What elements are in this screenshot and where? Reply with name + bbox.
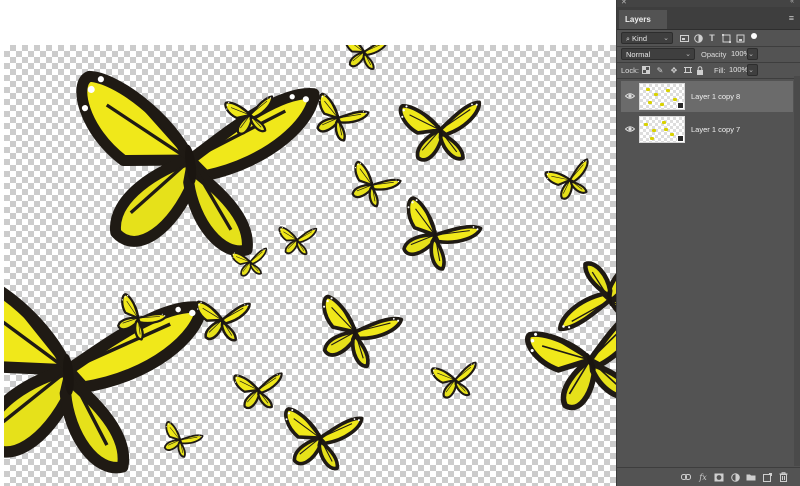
filter-toggle-icon[interactable] [749,31,759,41]
filter-kind-dropdown[interactable]: ⌕ Kind ⌄ [621,32,673,44]
blend-mode-dropdown[interactable]: Normal ⌄ [621,48,695,60]
opacity-label: Opacity: [701,50,729,59]
layer-row[interactable]: Layer 1 copy 8 [621,81,793,112]
tab-layers[interactable]: Layers [619,10,667,29]
panel-title-bar: ✕ « [617,0,800,7]
fill-value: 100% [729,65,749,74]
butterfly [394,195,486,277]
adjustment-icon[interactable] [730,472,740,482]
eye-icon[interactable] [625,124,635,134]
butterfly [232,362,291,416]
lock-label: Lock: [621,66,639,75]
chevron-down-icon: ⌄ [663,35,669,42]
filter-shape-icon[interactable] [721,33,731,43]
filter-pixel-icon[interactable] [679,33,689,43]
lock-artboard-icon[interactable] [683,65,693,75]
fill-label: Fill: [714,66,726,75]
layers-panel: ✕ « Layers ≡ ⌕ Kind ⌄ T Normal ⌄ Opacity… [616,0,800,486]
butterfly [194,291,257,347]
panel-menu-icon[interactable]: ≡ [789,13,794,23]
search-icon: ⌕ [626,36,630,43]
trash-icon[interactable] [778,472,788,482]
lock-row: Lock: ✎ ✥ Fill: 100% ⌄ [617,63,800,77]
smart-object-badge-icon [677,102,684,109]
lock-all-icon[interactable] [695,65,705,75]
collapse-panel-icon[interactable]: « [790,0,794,5]
link-icon[interactable] [681,472,691,482]
layer-thumbnail [639,116,685,143]
chevron-down-icon: ⌄ [748,51,754,58]
chevron-down-icon: ⌄ [685,51,691,58]
layer-name[interactable]: Layer 1 copy 8 [691,92,740,101]
butterfly [429,352,487,405]
butterfly [343,45,391,73]
chevron-down-icon: ⌄ [748,67,754,74]
document-canvas[interactable] [4,45,616,486]
layer-row[interactable]: Layer 1 copy 7 [621,114,793,145]
divider [617,78,800,79]
layer-name[interactable]: Layer 1 copy 7 [691,125,740,134]
filter-smart-object-icon[interactable] [735,33,745,43]
fill-slider-toggle[interactable]: ⌄ [747,64,758,76]
butterfly [311,92,372,146]
fx-icon[interactable]: fx [698,472,708,482]
filter-kind-label: Kind [632,34,648,43]
canvas-area[interactable] [0,0,616,486]
filter-row: ⌕ Kind ⌄ T [617,30,800,46]
folder-icon[interactable] [746,472,756,482]
butterfly-artwork [4,45,616,486]
blend-row: Normal ⌄ Opacity: 100% ⌄ [617,47,800,61]
butterfly [346,160,404,212]
butterfly [316,294,405,371]
close-panel-icon[interactable]: ✕ [621,0,627,6]
lock-transparent-pixels-icon[interactable] [641,65,651,75]
layers-footer-toolbar: fx [617,467,800,486]
butterfly [282,400,368,475]
layer-thumbnail [639,83,685,110]
butterfly [160,420,205,461]
lock-position-icon[interactable]: ✥ [669,65,679,75]
smart-object-badge-icon [677,135,684,142]
new-layer-icon[interactable] [762,472,772,482]
lock-image-pixels-icon[interactable]: ✎ [655,65,665,75]
filter-adjustment-icon[interactable] [693,33,703,43]
opacity-slider-toggle[interactable]: ⌄ [747,48,758,60]
panel-tab-bar: Layers ≡ [617,7,800,30]
blend-mode-value: Normal [626,50,651,59]
eye-icon[interactable] [625,91,635,101]
layers-scrollbar[interactable] [794,76,800,466]
butterfly [396,84,494,173]
butterfly [277,220,322,259]
mask-icon[interactable] [714,472,724,482]
filter-type-icon[interactable]: T [707,33,717,43]
butterfly [543,150,603,207]
